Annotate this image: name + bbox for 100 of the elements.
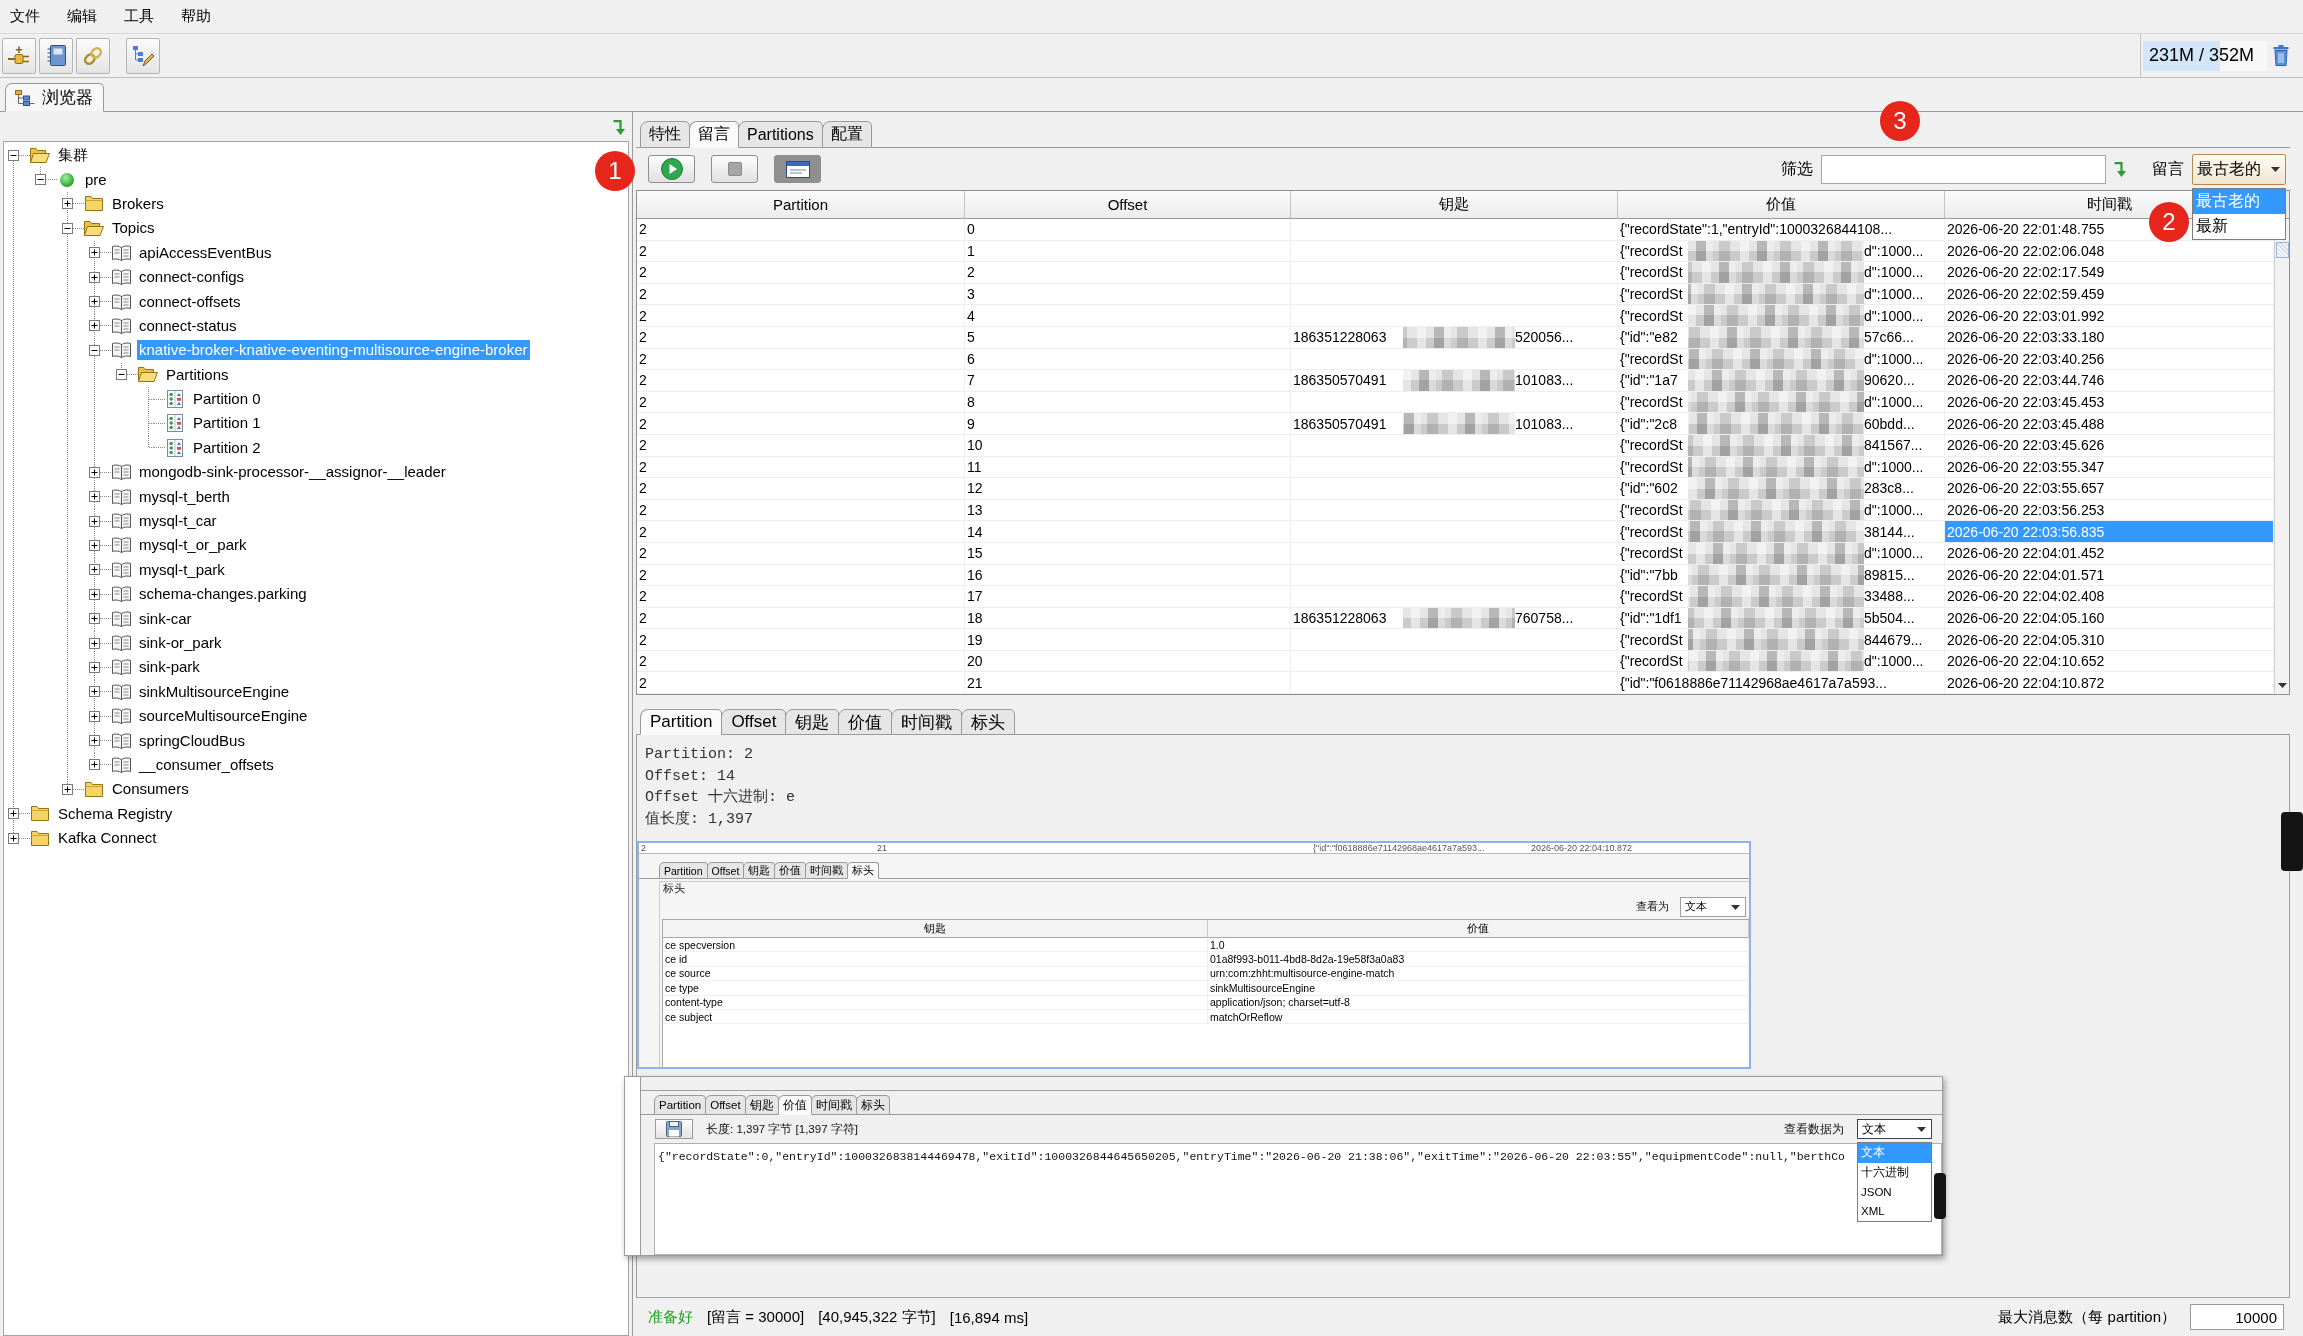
tree-item[interactable]: Schema Registry — [56, 803, 175, 824]
tree-toggle[interactable] — [89, 588, 100, 600]
tree-toggle[interactable] — [62, 198, 73, 210]
filter-field[interactable] — [1821, 154, 2106, 184]
tab[interactable]: Offset — [706, 862, 745, 879]
tree-item[interactable]: Kafka Connect — [56, 828, 159, 849]
tree-item[interactable]: sourceMultisourceEngine — [137, 706, 310, 727]
tree-toggle[interactable] — [62, 222, 73, 234]
turn-down-arrow-icon[interactable] — [2114, 161, 2128, 177]
tree-toggle[interactable] — [89, 735, 100, 747]
scrollbar-thumb[interactable] — [2275, 242, 2289, 258]
tree-toggle[interactable] — [35, 174, 46, 186]
tree-toggle[interactable] — [89, 247, 100, 259]
tree-toggle[interactable] — [89, 515, 100, 527]
tree-item[interactable]: mongodb-sink-processor-__assignor-__leader — [137, 462, 448, 483]
tree-item[interactable]: Brokers — [110, 193, 166, 214]
tree-item[interactable]: connect-offsets — [137, 291, 243, 312]
tree-toggle[interactable] — [89, 759, 100, 771]
connect-button[interactable] — [2, 37, 36, 74]
tree-item[interactable]: pre — [83, 169, 109, 190]
tree-toggle[interactable] — [89, 564, 100, 576]
tab[interactable]: 特性 — [640, 121, 690, 148]
tree-item[interactable]: Partitions — [164, 364, 231, 385]
tree-item[interactable]: sink-park — [137, 657, 202, 678]
tree-item[interactable]: sinkMultisourceEngine — [137, 681, 292, 702]
tab[interactable]: 标头 — [847, 862, 880, 879]
tab[interactable]: 价值 — [838, 709, 893, 735]
tree-item[interactable]: Partition 0 — [191, 389, 263, 410]
tree-item[interactable]: mysql-t_park — [137, 559, 227, 580]
table-cell[interactable]: 2026-06-20 22:03:45.453 — [1945, 391, 2274, 414]
tree-toggle[interactable] — [8, 808, 19, 820]
table-cell[interactable]: 2026-06-20 22:03:01.992 — [1945, 305, 2274, 327]
tree-toggle[interactable] — [89, 686, 100, 698]
tab[interactable]: Partition — [640, 709, 723, 735]
table-cell[interactable]: 2026-06-20 22:03:45.626 — [1945, 434, 2274, 457]
tab[interactable]: 标头 — [961, 709, 1016, 735]
tab[interactable]: 留言 — [689, 121, 739, 148]
tree-toggle[interactable] — [62, 783, 73, 795]
column-header[interactable]: Partition — [637, 191, 965, 219]
tree-item[interactable]: sink-car — [137, 608, 194, 629]
view-as-dropdown[interactable]: 文本 — [1680, 897, 1746, 917]
tree-toggle[interactable] — [89, 491, 100, 503]
tree-item[interactable]: 集群 — [56, 145, 90, 166]
tree-toggle[interactable] — [89, 637, 100, 649]
column-header[interactable]: 价值 — [1618, 191, 1945, 219]
browser-tab[interactable]: 浏览器 — [5, 83, 104, 112]
tree-item[interactable]: mysql-t_car — [137, 511, 219, 532]
table-cell[interactable]: 2026-06-20 22:02:06.048 — [1945, 240, 2274, 263]
tab[interactable]: 配置 — [821, 121, 872, 148]
tab[interactable]: Offset — [705, 1095, 746, 1115]
side-handle[interactable] — [2281, 812, 2303, 871]
tree-item[interactable]: schema-changes.parking — [137, 584, 309, 605]
tab[interactable]: Partition — [659, 862, 708, 879]
tab[interactable]: 钥匙 — [743, 862, 776, 879]
table-cell[interactable]: 2026-06-20 22:03:45.488 — [1945, 413, 2274, 435]
scroll-down-arrow-icon[interactable] — [2277, 683, 2287, 688]
tree-toggle[interactable] — [8, 149, 19, 161]
view-data-dropdown[interactable]: 文本 — [1857, 1119, 1932, 1139]
table-cell[interactable]: 2026-06-20 22:02:17.549 — [1945, 262, 2274, 284]
window-button[interactable] — [774, 155, 821, 183]
tree-item[interactable]: springCloudBus — [137, 730, 247, 751]
tree-item[interactable]: Partition 2 — [191, 437, 263, 458]
tree-toggle[interactable] — [8, 832, 19, 844]
turn-down-arrow-icon[interactable] — [613, 118, 627, 135]
tab[interactable]: 钥匙 — [785, 709, 840, 735]
tree-toggle[interactable] — [116, 369, 127, 381]
tab[interactable]: 时间戳 — [891, 709, 963, 735]
column-header[interactable]: 钥匙 — [663, 920, 1208, 938]
table-cell[interactable]: 2026-06-20 22:04:10.872 — [1945, 672, 2274, 695]
tree-toggle[interactable] — [89, 344, 100, 356]
tree-toggle[interactable] — [89, 710, 100, 722]
table-cell[interactable]: 2026-06-20 22:03:33.180 — [1945, 326, 2274, 349]
tree-item[interactable]: connect-configs — [137, 267, 247, 288]
tree-item[interactable]: connect-status — [137, 315, 239, 336]
save-button[interactable] — [655, 1119, 693, 1139]
tab[interactable]: 价值 — [774, 862, 807, 879]
tree-item[interactable]: Consumers — [110, 779, 191, 800]
tab[interactable]: 标头 — [855, 1095, 890, 1115]
notebook-button[interactable] — [39, 37, 73, 74]
tree-item[interactable]: sink-or_park — [137, 633, 224, 653]
tree-item[interactable]: Partition 1 — [191, 413, 263, 434]
column-header[interactable]: Offset — [965, 191, 1291, 219]
tab[interactable]: 时间戳 — [810, 1095, 857, 1115]
table-cell[interactable]: 2026-06-20 22:04:05.310 — [1945, 629, 2274, 651]
tab[interactable]: 价值 — [777, 1095, 812, 1115]
tree-item[interactable]: mysql-t_or_park — [137, 535, 249, 556]
tree-edit-button[interactable] — [126, 37, 160, 74]
menu-item[interactable]: 帮助 — [172, 5, 220, 28]
tree-item[interactable]: mysql-t_berth — [137, 486, 232, 507]
table-cell[interactable]: 2026-06-20 22:04:05.160 — [1945, 607, 2274, 630]
tree-item[interactable]: Topics — [110, 218, 157, 239]
menu-item[interactable]: 工具 — [115, 5, 163, 28]
play-button[interactable] — [648, 155, 695, 183]
table-cell[interactable]: 2026-06-20 22:04:01.452 — [1945, 542, 2274, 565]
tree-toggle[interactable] — [89, 466, 100, 478]
table-cell[interactable]: 2026-06-20 22:04:10.652 — [1945, 650, 2274, 673]
trash-button[interactable] — [2273, 45, 2289, 66]
table-cell[interactable]: 2026-06-20 22:03:44.746 — [1945, 370, 2274, 392]
table-cell[interactable]: 2026-06-20 22:04:01.571 — [1945, 564, 2274, 587]
column-header[interactable]: 价值 — [1208, 920, 1749, 938]
